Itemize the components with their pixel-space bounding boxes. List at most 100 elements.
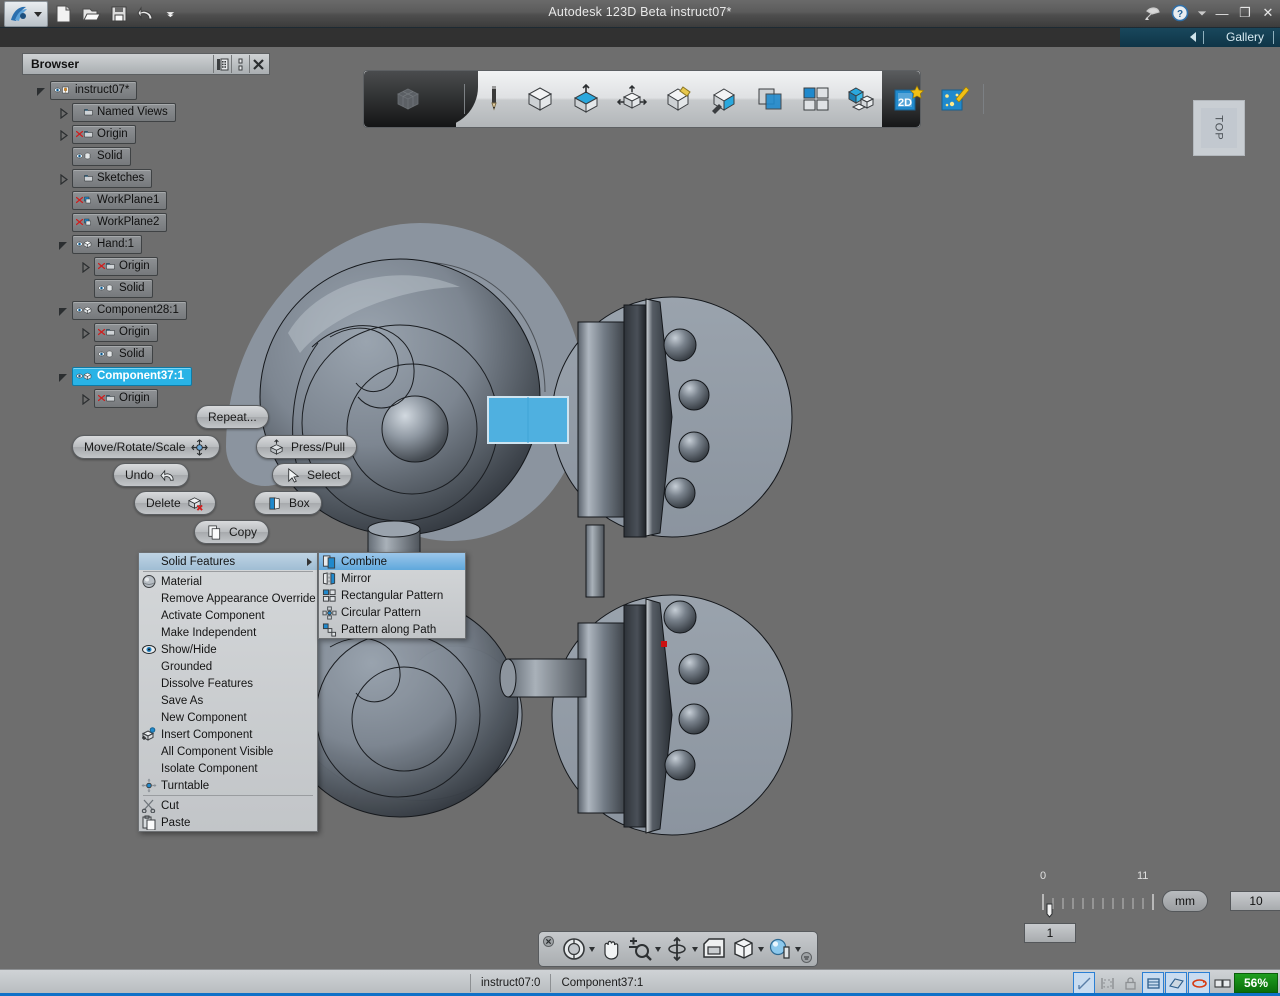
snap-toggle[interactable] bbox=[1073, 972, 1095, 994]
units-pill[interactable]: mm bbox=[1162, 890, 1208, 912]
context-menu-item[interactable]: Material bbox=[139, 573, 317, 590]
lock-toggle[interactable] bbox=[1119, 972, 1141, 994]
light-sphere-icon[interactable] bbox=[767, 936, 793, 962]
tree-item[interactable]: WorkPlane1 bbox=[72, 190, 168, 210]
tree-item[interactable]: Origin bbox=[94, 256, 158, 276]
hidden-workplane-icon[interactable] bbox=[76, 214, 93, 230]
tree-item[interactable]: Origin bbox=[72, 124, 136, 144]
browser-filter-icon[interactable] bbox=[213, 55, 231, 73]
main-toolbar[interactable]: 2D bbox=[363, 70, 984, 128]
display-tool[interactable] bbox=[730, 936, 764, 962]
submenu-item[interactable]: Mirror bbox=[319, 570, 465, 587]
context-menu-item[interactable]: Activate Component bbox=[139, 607, 317, 624]
tree-item[interactable]: instruct07* bbox=[50, 80, 138, 100]
tree-node[interactable]: Solid bbox=[22, 343, 270, 365]
zoom-magnifier-icon[interactable] bbox=[627, 936, 653, 962]
tree-item[interactable]: Origin bbox=[94, 322, 158, 342]
expand-arrow-icon[interactable] bbox=[58, 370, 70, 382]
view-cube-face[interactable]: TOP bbox=[1201, 108, 1237, 148]
context-menu[interactable]: Solid Features Material Remove Appearance … bbox=[138, 552, 318, 832]
folder-icon[interactable] bbox=[76, 170, 93, 186]
undo-button[interactable]: Undo bbox=[113, 463, 189, 487]
restore-button[interactable]: ❐ bbox=[1237, 5, 1253, 21]
sketch-edit-icon[interactable] bbox=[707, 82, 741, 116]
press-pull-icon[interactable] bbox=[569, 82, 603, 116]
tree-item[interactable]: Hand:1 bbox=[72, 234, 143, 254]
display-cube-icon[interactable] bbox=[730, 936, 756, 962]
snap-size-field[interactable]: 1 bbox=[1024, 923, 1076, 943]
plane-toggle[interactable] bbox=[1165, 972, 1187, 994]
cube-grid-icon[interactable] bbox=[392, 87, 424, 122]
pan-tool[interactable] bbox=[598, 936, 624, 962]
eye-cylinder-icon[interactable] bbox=[98, 346, 115, 362]
eye-pin-icon[interactable] bbox=[54, 82, 71, 98]
browser-tree[interactable]: instruct07* Named Views Origin Solid Sketche… bbox=[22, 79, 270, 409]
tree-item[interactable]: Solid bbox=[94, 278, 153, 298]
view-cube[interactable]: TOP bbox=[1193, 100, 1245, 156]
left-arrow-icon[interactable] bbox=[1190, 32, 1196, 42]
submenu-item[interactable]: Combine bbox=[319, 553, 465, 570]
grouping-icon[interactable] bbox=[845, 82, 879, 116]
copy-button[interactable]: Copy bbox=[194, 520, 270, 544]
select-button[interactable]: Select bbox=[272, 463, 353, 487]
tree-node[interactable]: Hand:1 bbox=[22, 233, 270, 255]
scale-widget[interactable]: 0 11 mm 10 1 bbox=[1024, 870, 1280, 943]
eye-cylinder-icon[interactable] bbox=[98, 280, 115, 296]
sketch-pencil-icon[interactable] bbox=[477, 82, 511, 116]
tree-item[interactable]: Named Views bbox=[72, 102, 176, 122]
tree-item[interactable]: Sketches bbox=[72, 168, 153, 188]
submenu-item[interactable]: Pattern along Path bbox=[319, 621, 465, 638]
tree-item[interactable]: Component28:1 bbox=[72, 300, 187, 320]
hand-icon[interactable] bbox=[598, 936, 624, 962]
delete-button[interactable]: Delete bbox=[134, 491, 216, 515]
tree-item[interactable]: Solid bbox=[72, 146, 131, 166]
collapse-arrow-icon[interactable] bbox=[80, 326, 92, 340]
zoom-tool[interactable] bbox=[627, 936, 661, 962]
hidden-folder-icon[interactable] bbox=[76, 126, 93, 142]
browser-panel[interactable]: Browser instruct07* Named Views Origin Soli… bbox=[22, 53, 270, 409]
ruler-slider[interactable] bbox=[1040, 892, 1170, 918]
minimize-button[interactable]: — bbox=[1214, 6, 1230, 21]
hidden-folder-icon[interactable] bbox=[98, 258, 115, 274]
orbit-tool[interactable] bbox=[561, 936, 595, 962]
tree-node[interactable]: instruct07* bbox=[22, 79, 270, 101]
eye-cube-icon[interactable] bbox=[76, 236, 93, 252]
help-dropdown-icon[interactable] bbox=[1197, 3, 1207, 23]
hidden-workplane-icon[interactable] bbox=[76, 192, 93, 208]
press-pull-button[interactable]: Press/Pull bbox=[256, 435, 358, 459]
context-menu-item[interactable]: Make Independent bbox=[139, 624, 317, 641]
pattern-icon[interactable] bbox=[799, 82, 833, 116]
primitive-cube-icon[interactable] bbox=[523, 82, 557, 116]
submenu-item[interactable]: Rectangular Pattern bbox=[319, 587, 465, 604]
context-menu-item[interactable]: Solid Features bbox=[139, 553, 317, 570]
view-tool[interactable] bbox=[701, 936, 727, 962]
tree-node[interactable]: WorkPlane1 bbox=[22, 189, 270, 211]
tree-node[interactable]: Sketches bbox=[22, 167, 270, 189]
view-window-icon[interactable] bbox=[701, 936, 727, 962]
hidden-folder-icon[interactable] bbox=[98, 324, 115, 340]
expand-arrow-icon[interactable] bbox=[58, 304, 70, 316]
construct-icon[interactable] bbox=[661, 82, 695, 116]
satellite-dish-icon[interactable] bbox=[1143, 3, 1163, 23]
tree-item[interactable]: Solid bbox=[94, 344, 153, 364]
context-menu-item[interactable]: Remove Appearance Override bbox=[139, 590, 317, 607]
collapse-arrow-icon[interactable] bbox=[58, 106, 70, 120]
orbit-free-tool[interactable] bbox=[664, 936, 698, 962]
gallery-label[interactable]: Gallery bbox=[1226, 30, 1264, 44]
combine-icon[interactable] bbox=[753, 82, 787, 116]
free-orbit-icon[interactable] bbox=[664, 936, 690, 962]
tree-node[interactable]: Component37:1 bbox=[22, 365, 270, 387]
eye-cylinder-icon[interactable] bbox=[76, 148, 93, 164]
light-tool[interactable] bbox=[767, 936, 801, 962]
submenu-item[interactable]: Circular Pattern bbox=[319, 604, 465, 621]
context-menu-item[interactable]: Turntable bbox=[139, 777, 317, 794]
chevron-down-icon[interactable] bbox=[795, 946, 801, 952]
browser-close-icon[interactable] bbox=[249, 55, 267, 73]
help-icon[interactable]: ? bbox=[1170, 3, 1190, 23]
collapse-arrow-icon[interactable] bbox=[80, 392, 92, 406]
context-menu-item[interactable]: Dissolve Features bbox=[139, 675, 317, 692]
context-menu-item[interactable]: Show/Hide bbox=[139, 641, 317, 658]
browser-resize-icon[interactable] bbox=[231, 55, 249, 73]
context-menu-item[interactable]: Isolate Component bbox=[139, 760, 317, 777]
eye-cube-icon[interactable] bbox=[76, 302, 93, 318]
